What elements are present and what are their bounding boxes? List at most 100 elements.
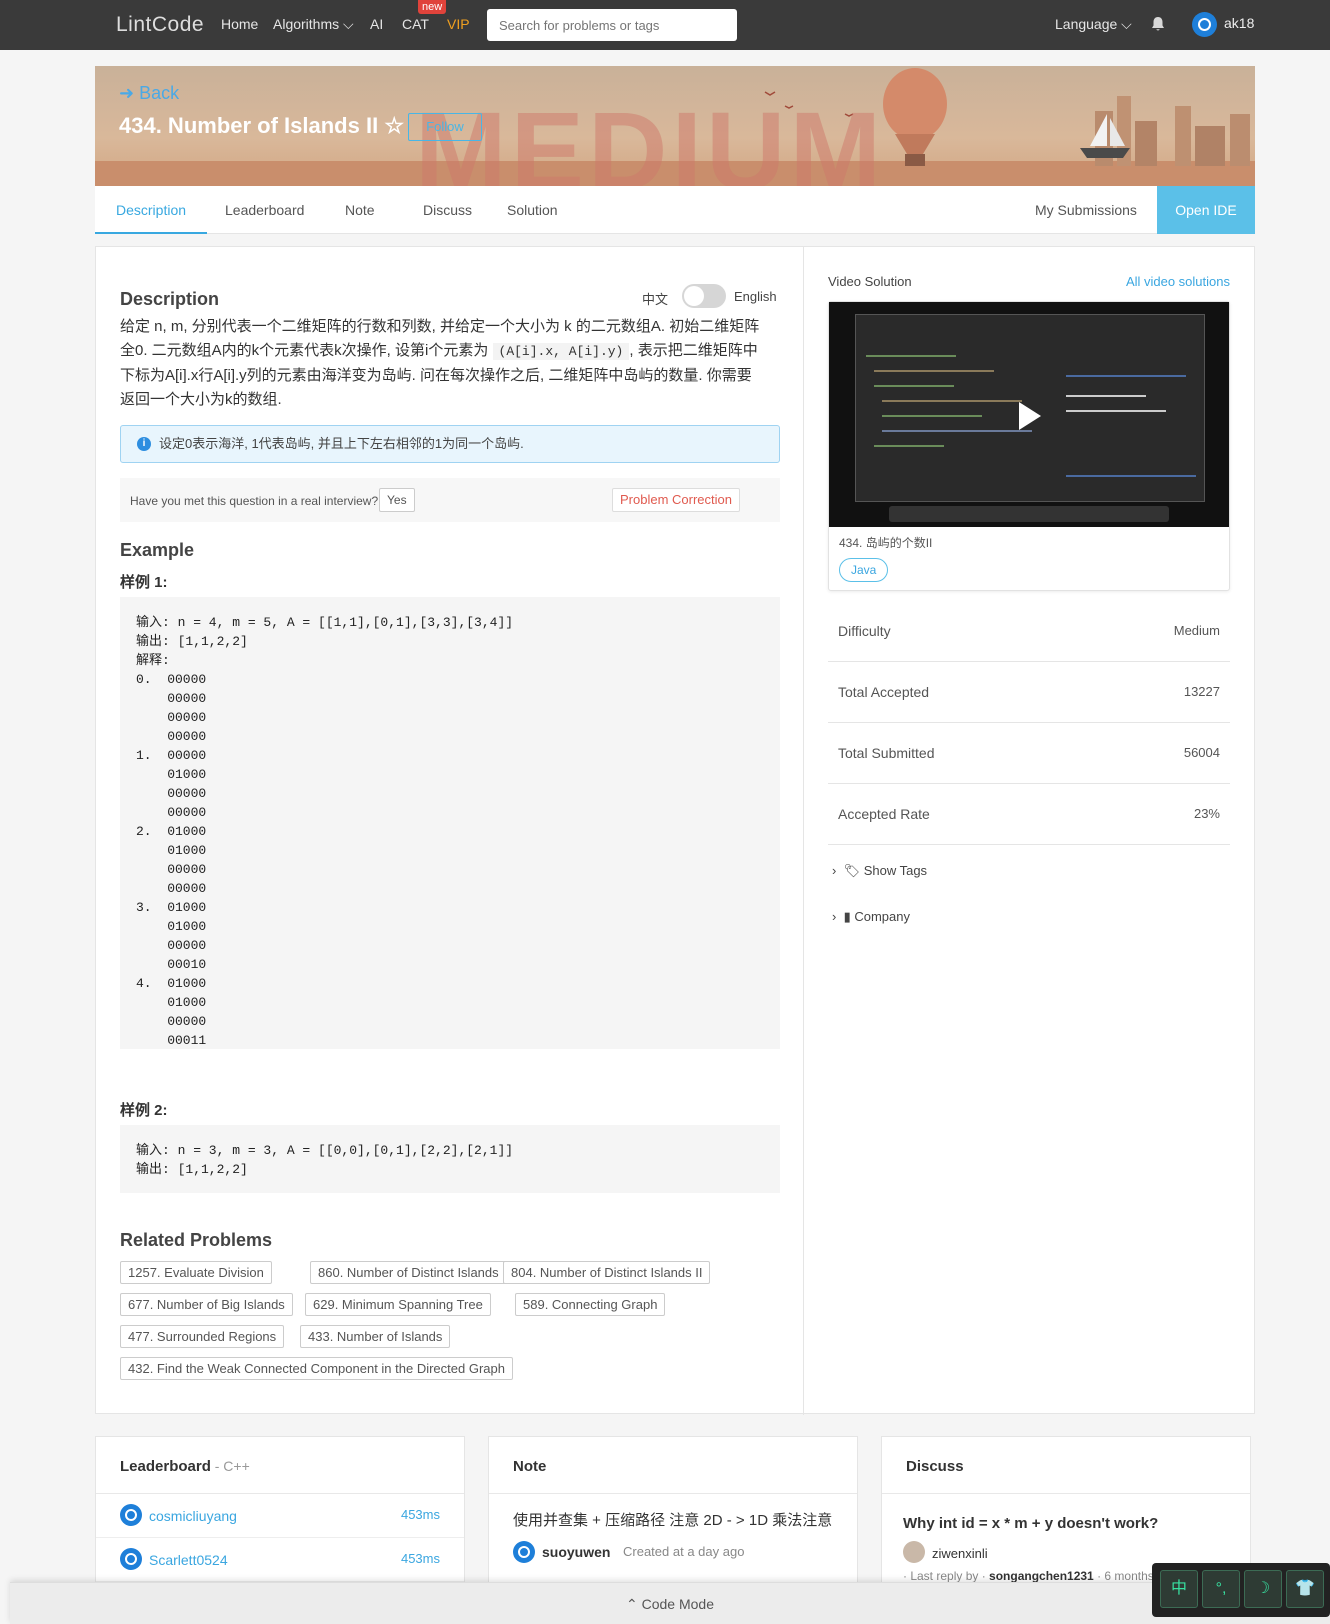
related-problem-chip[interactable]: 433. Number of Islands [300,1325,451,1348]
info-note: i 设定0表示海洋, 1代表岛屿, 并且上下左右相邻的1为同一个岛屿. [120,425,780,463]
sample-2-code: 输入: n = 3, m = 3, A = [[0,0],[0,1],[2,2]… [120,1125,780,1193]
sample-2-label: 样例 2: [120,1102,168,1119]
difficulty-watermark: MEDIUM [415,90,886,186]
chevron-down-icon: ⌵ [1117,16,1132,32]
discuss-title: Discuss [882,1437,1250,1494]
stat-difficulty: Difficulty Medium [828,601,1230,662]
nav-cat[interactable]: CAT [402,16,429,32]
nav-home[interactable]: Home [221,16,258,32]
video-language-tag[interactable]: Java [839,558,889,582]
related-problems-heading: Related Problems [120,1230,273,1250]
avatar [513,1541,535,1563]
note-text[interactable]: 使用并查集 + 压缩路径 注意 2D - > 1D 乘法注意 [513,1509,838,1530]
tab-discuss[interactable]: Discuss [423,186,472,234]
ime-toolbar: 中 °, ☽ 👕 [1152,1563,1330,1617]
related-problem-chip[interactable]: 589. Connecting Graph [515,1293,666,1316]
leaderboard-user[interactable]: cosmicliuyang [149,1508,237,1524]
leaderboard-time[interactable]: 453ms [401,1507,440,1522]
leaderboard-row: Scarlett0524 453ms [96,1538,464,1582]
tab-solution[interactable]: Solution [507,186,558,234]
avatar [120,1504,142,1526]
star-icon[interactable]: ☆ [384,113,404,138]
ime-skin-icon[interactable]: 👕 [1286,1570,1324,1608]
user-avatar[interactable] [1192,12,1217,37]
discuss-last-reply: · Last reply by · songangchen1231 · 6 mo… [903,1569,1178,1583]
ime-chinese-key[interactable]: 中 [1160,1570,1198,1608]
tab-note[interactable]: Note [345,186,375,234]
avatar [903,1541,925,1563]
discuss-question[interactable]: Why int id = x * m + y doesn't work? [903,1515,1158,1532]
code-mode-bar[interactable]: ⌃ Code Mode [10,1582,1330,1624]
nav-ai[interactable]: AI [370,16,383,32]
video-thumbnail-dock [889,506,1169,522]
play-icon[interactable] [1019,402,1041,430]
follow-button[interactable]: Follow [408,113,482,141]
stat-total-submitted: Total Submitted 56004 [828,723,1230,784]
avatar [120,1548,142,1570]
lintcode-logo[interactable]: LintCode [116,13,204,37]
arrow-left-circle-icon: ➜ [119,83,140,103]
all-video-solutions-link[interactable]: All video solutions [1126,274,1230,289]
chevron-right-icon: › [832,863,844,878]
leaderboard-row: cosmicliuyang 453ms [96,1494,464,1538]
column-divider [803,247,804,1415]
discuss-user[interactable]: ziwenxinli [932,1546,988,1561]
description-heading: Description [120,289,220,309]
chevron-right-icon: › [832,909,844,924]
interview-question-bar: Have you met this question in a real int… [120,478,780,522]
video-player[interactable] [829,302,1229,527]
language-menu[interactable]: Language ⌵ [1055,16,1132,33]
leaderboard-user[interactable]: Scarlett0524 [149,1552,228,1568]
tab-description[interactable]: Description [95,186,207,234]
video-solution-label: Video Solution [828,274,912,289]
info-icon: i [137,437,151,451]
problem-tabs: Description Leaderboard Note Discuss Sol… [95,186,1255,234]
bell-icon[interactable] [1150,16,1166,32]
top-navbar: LintCode Home Algorithms ⌵ AI CAT new VI… [0,0,1330,50]
related-problem-chip[interactable]: 1257. Evaluate Division [120,1261,272,1284]
company-toggle[interactable]: › ▮ Company [832,909,910,925]
show-tags-toggle[interactable]: › 🏷 Show Tags [832,863,927,879]
leaderboard-time[interactable]: 453ms [401,1551,440,1566]
sample-1-code: 输入: n = 4, m = 5, A = [[1,1],[0,1],[3,3]… [120,597,780,1049]
username[interactable]: ak18 [1224,15,1254,31]
yes-button[interactable]: Yes [379,488,415,512]
nav-vip[interactable]: VIP [447,16,470,32]
search-input[interactable] [487,9,737,41]
related-problem-chip[interactable]: 677. Number of Big Islands [120,1293,293,1316]
related-problem-chip[interactable]: 432. Find the Weak Connected Component i… [120,1357,513,1380]
chevron-up-icon: ⌃ [625,1596,642,1612]
related-problem-chip[interactable]: 629. Minimum Spanning Tree [305,1293,491,1316]
ime-moon-icon[interactable]: ☽ [1244,1570,1282,1608]
lang-english-label: English [734,289,777,304]
interview-question: Have you met this question in a real int… [130,494,379,508]
leaderboard-title: Leaderboard - C++ [96,1437,464,1494]
video-title: 434. 岛屿的个数II [839,536,933,550]
ime-punctuation-key[interactable]: °, [1202,1570,1240,1608]
related-problem-chip[interactable]: 860. Number of Distinct Islands [310,1261,507,1284]
nav-algorithms[interactable]: Algorithms ⌵ [273,16,354,33]
language-toggle[interactable] [682,284,726,308]
back-link[interactable]: ➜ Back [119,83,179,104]
note-user[interactable]: suoyuwen [542,1544,610,1560]
example-heading: Example [120,540,195,560]
sample-1-label: 样例 1: [120,574,168,591]
note-date: Created at a day ago [623,1544,745,1559]
my-submissions-link[interactable]: My Submissions [1035,186,1137,234]
related-problem-chip[interactable]: 477. Surrounded Regions [120,1325,285,1348]
problem-title: 434. Number of Islands II ☆ [119,113,405,138]
open-ide-button[interactable]: Open IDE [1157,186,1255,234]
problem-correction-button[interactable]: Problem Correction [612,488,740,512]
new-badge: new [418,0,447,14]
tags-icon: 🏷 [843,863,864,878]
stat-accepted-rate: Accepted Rate 23% [828,784,1230,845]
problem-main-panel: Description 中文 English 给定 n, m, 分别代表一个二维… [95,246,1255,1415]
related-problem-chip[interactable]: 804. Number of Distinct Islands II [503,1261,711,1284]
note-title: Note [489,1437,857,1494]
inline-code: (A[i].x, A[i].y) [492,343,630,360]
tab-leaderboard[interactable]: Leaderboard [225,186,304,234]
video-card: 434. 岛屿的个数II Java [828,301,1230,591]
building-icon: ▮ [843,909,855,924]
stat-total-accepted: Total Accepted 13227 [828,662,1230,723]
problem-banner: MEDIUM ➜ Back 434. Number of Islands II … [95,66,1255,186]
